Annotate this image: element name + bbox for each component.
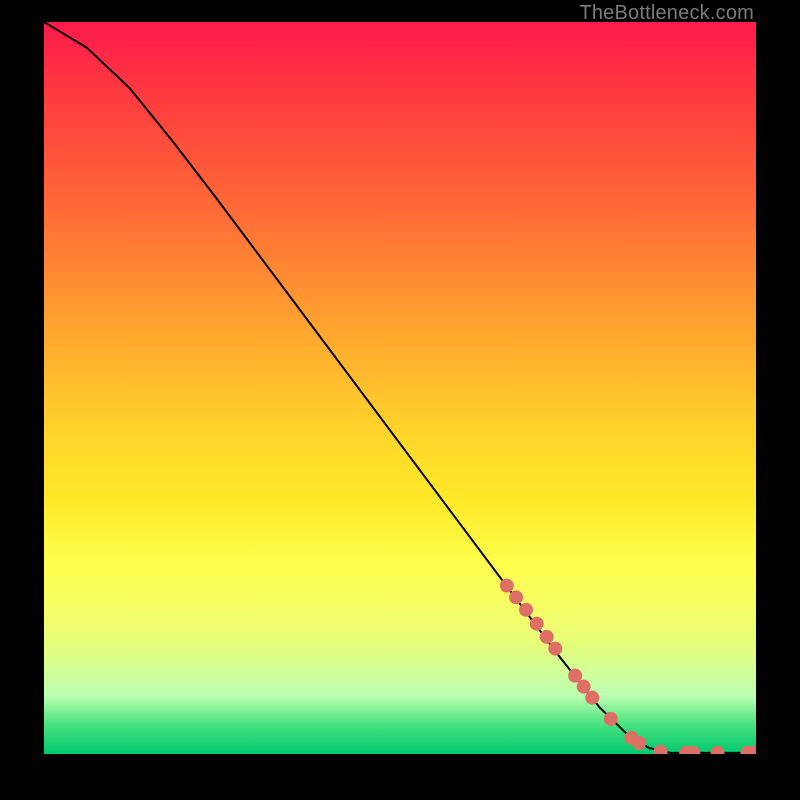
curve-line xyxy=(44,22,756,753)
data-marker xyxy=(530,617,544,631)
marker-group xyxy=(500,579,756,754)
data-marker xyxy=(604,712,618,726)
data-marker xyxy=(500,579,514,593)
chart-container: TheBottleneck.com xyxy=(0,0,800,800)
data-marker xyxy=(509,590,523,604)
data-marker xyxy=(711,746,725,754)
data-marker xyxy=(632,736,646,750)
chart-overlay xyxy=(44,22,756,754)
data-marker xyxy=(540,630,554,644)
data-marker xyxy=(585,691,599,705)
data-marker xyxy=(654,745,668,754)
data-marker xyxy=(577,680,591,694)
data-marker xyxy=(519,603,533,617)
data-marker xyxy=(548,642,562,656)
data-marker xyxy=(568,669,582,683)
